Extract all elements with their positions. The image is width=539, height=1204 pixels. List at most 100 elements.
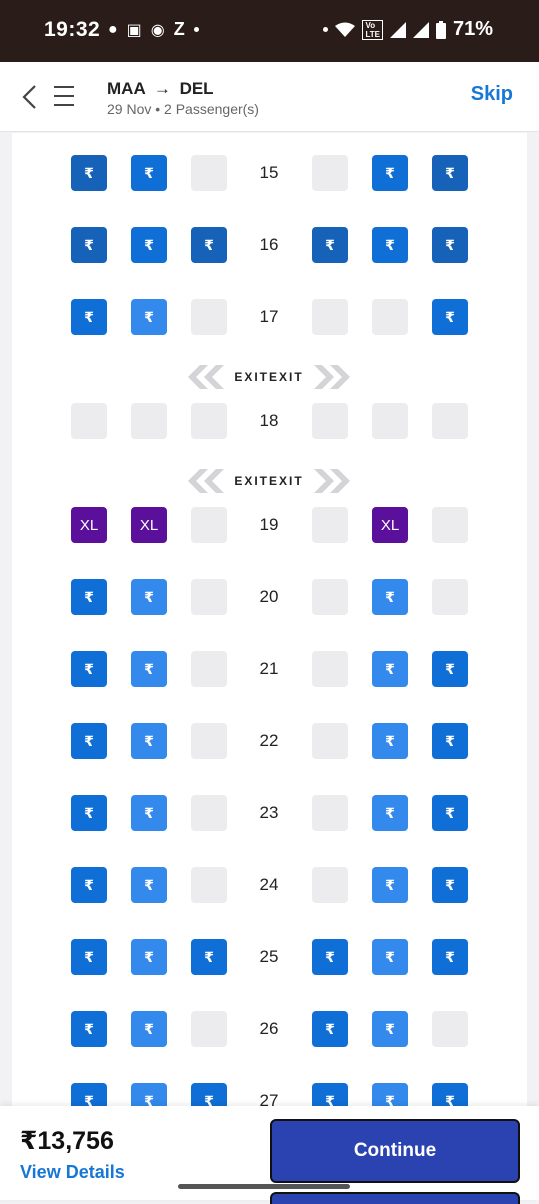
row-number: 24 — [259, 875, 279, 894]
exit-row-marker: EXITEXIT — [186, 363, 352, 391]
seat-20-4 — [312, 579, 348, 615]
seat-17-6[interactable]: ₹ — [432, 299, 468, 335]
seat-19-2[interactable]: XL — [131, 507, 167, 543]
seat-27-5[interactable]: ₹ — [372, 1083, 408, 1108]
view-details-link[interactable]: View Details — [20, 1162, 125, 1183]
status-bar: 19:32 ● ▣ ◉ Z Vo LTE 71% — [0, 0, 539, 62]
seat-25-1[interactable]: ₹ — [71, 939, 107, 975]
seat-24-5[interactable]: ₹ — [372, 867, 408, 903]
z-icon: Z — [173, 19, 185, 39]
exit-chevron-right-icon — [314, 469, 350, 493]
signal-icon — [389, 21, 406, 38]
seat-15-3 — [191, 155, 227, 191]
trip-subtitle: 29 Nov • 2 Passenger(s) — [107, 101, 259, 117]
row-number: 22 — [259, 731, 279, 750]
seat-16-5[interactable]: ₹ — [372, 227, 408, 263]
seat-25-5[interactable]: ₹ — [372, 939, 408, 975]
row-number: 20 — [259, 587, 279, 606]
seat-25-3[interactable]: ₹ — [191, 939, 227, 975]
chat-icon: ● — [108, 20, 118, 38]
seat-22-3 — [191, 723, 227, 759]
secondary-button-edge — [270, 1192, 520, 1204]
seat-25-6[interactable]: ₹ — [432, 939, 468, 975]
seat-24-6[interactable]: ₹ — [432, 867, 468, 903]
seat-26-5[interactable]: ₹ — [372, 1011, 408, 1047]
seat-22-2[interactable]: ₹ — [131, 723, 167, 759]
skip-button[interactable]: Skip — [471, 83, 513, 106]
system-icons: Vo LTE 71% — [323, 18, 493, 41]
seat-21-5[interactable]: ₹ — [372, 651, 408, 687]
seat-20-6 — [432, 579, 468, 615]
seat-21-4 — [312, 651, 348, 687]
seat-18-2 — [131, 403, 167, 439]
seat-16-1[interactable]: ₹ — [71, 227, 107, 263]
seat-15-1[interactable]: ₹ — [71, 155, 107, 191]
seat-22-1[interactable]: ₹ — [71, 723, 107, 759]
volte-icon: Vo LTE — [362, 19, 383, 40]
seat-26-3 — [191, 1011, 227, 1047]
seat-23-5[interactable]: ₹ — [372, 795, 408, 831]
seat-17-1[interactable]: ₹ — [71, 299, 107, 335]
seat-16-4[interactable]: ₹ — [312, 227, 348, 263]
seat-27-1[interactable]: ₹ — [71, 1083, 107, 1108]
row-number: 16 — [259, 235, 279, 254]
row-number: 15 — [259, 163, 279, 182]
seat-19-1[interactable]: XL — [71, 507, 107, 543]
row-number: 23 — [259, 803, 279, 822]
seat-23-2[interactable]: ₹ — [131, 795, 167, 831]
notification-icons: ● ▣ ◉ Z — [108, 19, 199, 40]
seat-19-5[interactable]: XL — [372, 507, 408, 543]
seat-25-4[interactable]: ₹ — [312, 939, 348, 975]
seat-23-6[interactable]: ₹ — [432, 795, 468, 831]
dot-icon — [323, 27, 329, 32]
seat-19-6 — [432, 507, 468, 543]
battery-icon — [435, 20, 446, 39]
seat-18-5 — [372, 403, 408, 439]
seat-15-4 — [312, 155, 348, 191]
seat-27-3[interactable]: ₹ — [191, 1083, 227, 1108]
signal-icon-2 — [412, 21, 429, 38]
seat-20-1[interactable]: ₹ — [71, 579, 107, 615]
seat-19-4 — [312, 507, 348, 543]
row-number: 21 — [259, 659, 279, 678]
seat-27-4[interactable]: ₹ — [312, 1083, 348, 1108]
seat-18-1 — [71, 403, 107, 439]
seat-17-2[interactable]: ₹ — [131, 299, 167, 335]
seat-20-2[interactable]: ₹ — [131, 579, 167, 615]
booking-footer: ₹13,756 View Details Continue — [0, 1106, 539, 1204]
seat-26-4[interactable]: ₹ — [312, 1011, 348, 1047]
seat-26-1[interactable]: ₹ — [71, 1011, 107, 1047]
back-arrow-icon[interactable] — [20, 84, 40, 110]
continue-button[interactable]: Continue — [270, 1119, 520, 1183]
seat-23-1[interactable]: ₹ — [71, 795, 107, 831]
seat-24-4 — [312, 867, 348, 903]
seat-16-6[interactable]: ₹ — [432, 227, 468, 263]
seat-15-6[interactable]: ₹ — [432, 155, 468, 191]
seat-15-2[interactable]: ₹ — [131, 155, 167, 191]
seat-21-6[interactable]: ₹ — [432, 651, 468, 687]
seat-16-3[interactable]: ₹ — [191, 227, 227, 263]
seat-22-5[interactable]: ₹ — [372, 723, 408, 759]
gesture-handle — [178, 1184, 350, 1189]
seat-18-3 — [191, 403, 227, 439]
app-header: MAA → DEL 29 Nov • 2 Passenger(s) Skip — [0, 62, 539, 132]
seat-27-6[interactable]: ₹ — [432, 1083, 468, 1108]
seat-24-2[interactable]: ₹ — [131, 867, 167, 903]
seat-25-2[interactable]: ₹ — [131, 939, 167, 975]
seat-22-6[interactable]: ₹ — [432, 723, 468, 759]
seat-15-5[interactable]: ₹ — [372, 155, 408, 191]
more-dot-icon — [193, 27, 199, 32]
seat-23-3 — [191, 795, 227, 831]
seat-19-3 — [191, 507, 227, 543]
seat-26-2[interactable]: ₹ — [131, 1011, 167, 1047]
seat-20-3 — [191, 579, 227, 615]
seat-17-3 — [191, 299, 227, 335]
seat-20-5[interactable]: ₹ — [372, 579, 408, 615]
seat-21-2[interactable]: ₹ — [131, 651, 167, 687]
menu-icon[interactable] — [54, 86, 74, 108]
wifi-icon — [335, 22, 356, 37]
seat-21-1[interactable]: ₹ — [71, 651, 107, 687]
seat-27-2[interactable]: ₹ — [131, 1083, 167, 1108]
seat-16-2[interactable]: ₹ — [131, 227, 167, 263]
seat-24-1[interactable]: ₹ — [71, 867, 107, 903]
